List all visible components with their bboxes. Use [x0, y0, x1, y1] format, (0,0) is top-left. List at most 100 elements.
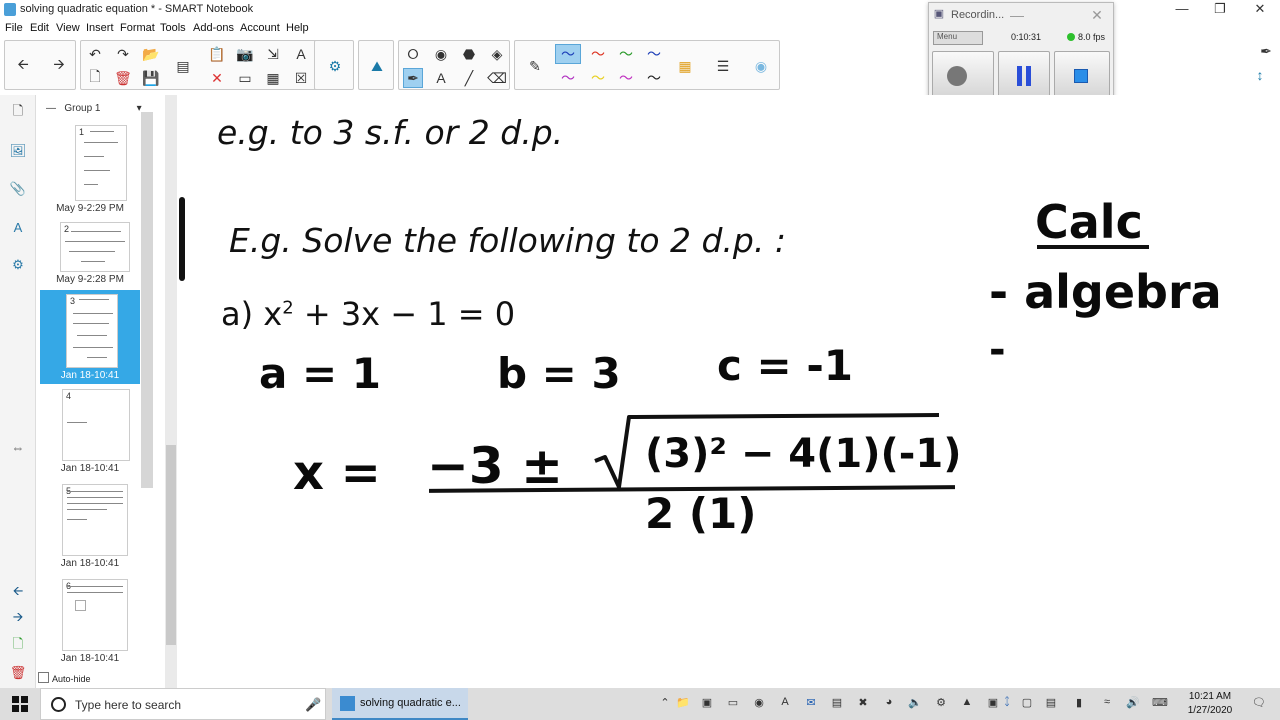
menu-tools[interactable]: Tools: [160, 22, 186, 34]
text-tool-icon[interactable]: A: [431, 68, 451, 88]
recorder-stop-button[interactable]: [1054, 51, 1110, 99]
shape-pen-icon[interactable]: ◉: [431, 44, 451, 64]
redo-icon[interactable]: ↷: [113, 44, 133, 64]
delete-icon[interactable]: ✕: [207, 68, 227, 88]
close-button[interactable]: ✕: [1240, 0, 1280, 20]
pen-purple-icon[interactable]: 〜: [555, 68, 581, 88]
pen-yellow-icon[interactable]: 〜: [585, 68, 611, 88]
response-icon[interactable]: ⛰: [367, 56, 387, 76]
page-thumbnail-5[interactable]: 5 Jan 18-10:41: [40, 482, 140, 572]
move-toolbar-icon[interactable]: ↕: [1250, 65, 1270, 85]
file-explorer-icon[interactable]: 📁: [676, 696, 690, 710]
attachments-tab-icon[interactable]: 📎: [8, 179, 28, 199]
recorder-close-icon[interactable]: ✕: [1087, 5, 1107, 25]
volume-icon[interactable]: 🔈: [908, 696, 922, 710]
pen-green-icon[interactable]: 〜: [613, 44, 639, 64]
outlook-icon[interactable]: ✉: [804, 696, 818, 710]
pen-red-icon[interactable]: 〜: [585, 44, 611, 64]
clear-icon[interactable]: ☒: [291, 68, 311, 88]
open-file-icon[interactable]: 📂: [141, 44, 161, 64]
sidebar-previous-page-icon[interactable]: 🡨: [8, 583, 28, 603]
eraser-icon[interactable]: ⌫: [487, 68, 507, 88]
auto-hide-checkbox[interactable]: Auto-hide: [38, 672, 91, 684]
tray-app-icon-7[interactable]: ◕: [882, 696, 896, 710]
tray-app-icon-2[interactable]: ▭: [726, 696, 740, 710]
menu-file[interactable]: File: [5, 22, 23, 34]
notifications-icon[interactable]: 🗨: [1252, 696, 1266, 710]
menu-format[interactable]: Format: [120, 22, 155, 34]
activity-builder-icon[interactable]: ⚙: [325, 56, 345, 76]
tray-app-icon-3[interactable]: ◉: [752, 696, 766, 710]
table-icon[interactable]: ▦: [263, 68, 283, 88]
speaker-icon[interactable]: 🔊: [1126, 696, 1140, 710]
menu-insert[interactable]: Insert: [86, 22, 114, 34]
pen-type-icon[interactable]: ✎: [525, 56, 545, 76]
menu-help[interactable]: Help: [286, 22, 309, 34]
sidebar-next-page-icon[interactable]: 🡪: [8, 609, 28, 629]
page-thumbnail-2[interactable]: 2 May 9-2:28 PM: [40, 220, 140, 288]
pen-blue-dark-icon[interactable]: 〜: [555, 44, 581, 64]
tray-app-icon-11[interactable]: ▢: [1020, 696, 1034, 710]
dock-swap-icon[interactable]: ⇔: [8, 437, 28, 457]
line-tool-icon[interactable]: ╱: [459, 68, 479, 88]
add-page-icon[interactable]: 🗋: [85, 68, 105, 88]
insert-icon[interactable]: ⇲: [263, 44, 283, 64]
page-thumbnail-3[interactable]: 3 Jan 18-10:41: [40, 290, 140, 384]
page-thumbnail-1[interactable]: 1 May 9-2:29 PM: [40, 123, 140, 215]
fill-icon[interactable]: ◈: [487, 44, 507, 64]
screen-shade-icon[interactable]: ▤: [173, 56, 193, 76]
wifi-icon[interactable]: ≈: [1100, 696, 1114, 710]
recorder-menu-dropdown[interactable]: Menu: [933, 31, 983, 45]
keyboard-icon[interactable]: ⌨: [1152, 696, 1168, 710]
battery-icon[interactable]: ▮: [1072, 696, 1086, 710]
minimize-button[interactable]: —: [1162, 0, 1202, 20]
recorder-record-button[interactable]: [932, 51, 994, 99]
delete-page-icon[interactable]: 🗑: [113, 68, 133, 88]
next-page-icon[interactable]: 🡪: [49, 56, 69, 76]
shapes-icon[interactable]: ⬣: [459, 44, 479, 64]
paste-icon[interactable]: 📋: [207, 44, 227, 64]
tray-app-icon-8[interactable]: ⚙: [934, 696, 948, 710]
undo-icon[interactable]: ↶: [85, 44, 105, 64]
menu-account[interactable]: Account: [240, 22, 280, 34]
canvas-scrollbar[interactable]: [165, 95, 177, 688]
page-group-header[interactable]: — Group 1 ▾: [46, 103, 142, 114]
line-style-icon[interactable]: ☰: [713, 56, 733, 76]
tray-app-icon-5[interactable]: ▤: [830, 696, 844, 710]
taskbar-smart-notebook-button[interactable]: solving quadratic e...: [332, 688, 468, 720]
full-screen-icon[interactable]: ▭: [235, 68, 255, 88]
menu-view[interactable]: View: [56, 22, 80, 34]
start-button[interactable]: [0, 688, 40, 720]
show-hidden-icons[interactable]: ⌃: [658, 696, 672, 710]
maximize-button[interactable]: ❐: [1200, 0, 1240, 20]
tray-app-icon-9[interactable]: ▲: [960, 696, 974, 710]
gallery-tab-icon[interactable]: 🖼: [8, 141, 28, 161]
whiteboard-canvas[interactable]: e.g. to 3 s.f. or 2 d.p. E.g. Solve the …: [177, 95, 1280, 688]
properties-tab-icon[interactable]: A: [8, 217, 28, 237]
save-icon[interactable]: 💾: [141, 68, 161, 88]
tray-app-icon-12[interactable]: ▤: [1044, 696, 1058, 710]
pens-icon[interactable]: ✒: [403, 68, 423, 88]
microphone-icon[interactable]: 🎤: [305, 697, 321, 713]
bluetooth-icon[interactable]: ᛨ: [1000, 696, 1014, 710]
tray-app-icon-6[interactable]: ✖: [856, 696, 870, 710]
taskbar-search-box[interactable]: Type here to search 🎤: [40, 688, 326, 720]
fill-effects-icon[interactable]: ◉: [751, 56, 771, 76]
tray-app-icon-4[interactable]: A: [778, 696, 792, 710]
taskbar-clock[interactable]: 10:21 AM 1/27/2020: [1180, 690, 1240, 718]
pen-blue-icon[interactable]: 〜: [641, 44, 667, 64]
select-pointer-icon[interactable]: ⭘: [403, 44, 423, 64]
tray-app-icon-10[interactable]: ▣: [986, 696, 1000, 710]
previous-page-icon[interactable]: 🡨: [13, 56, 33, 76]
page-sorter-scrollbar[interactable]: [141, 112, 153, 488]
pen-magenta-icon[interactable]: 〜: [613, 68, 639, 88]
page-thumbnail-4[interactable]: 4 Jan 18-10:41: [40, 387, 140, 477]
page-sorter-tab-icon[interactable]: 🗋: [8, 103, 28, 123]
spellcheck-icon[interactable]: A: [291, 44, 311, 64]
menu-add-ons[interactable]: Add-ons: [193, 22, 234, 34]
add-ons-tab-icon[interactable]: ⚙: [8, 255, 28, 275]
sidebar-delete-page-icon[interactable]: 🗑: [8, 663, 28, 683]
tray-app-icon-1[interactable]: ▣: [700, 696, 714, 710]
recorder-minimize-icon[interactable]: —: [1007, 5, 1027, 25]
page-thumbnail-6[interactable]: 6 Jan 18-10:41: [40, 577, 140, 667]
